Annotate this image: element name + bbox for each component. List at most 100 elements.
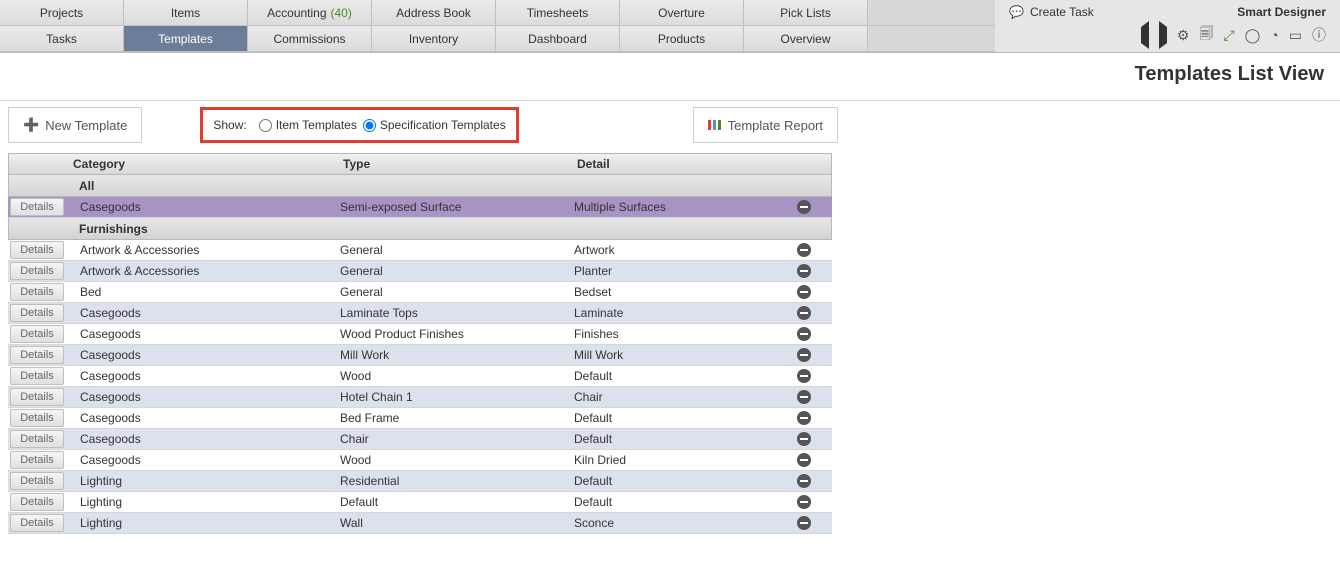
nav-products[interactable]: Products [620,26,744,51]
table-row[interactable]: DetailsCasegoodsChairDefault [8,429,832,450]
table-row[interactable]: DetailsCasegoodsLaminate TopsLaminate [8,303,832,324]
details-button[interactable]: Details [10,493,64,511]
table-row[interactable]: DetailsLightingResidentialDefault [8,471,832,492]
remove-icon[interactable] [797,348,811,362]
remove-icon[interactable] [797,474,811,488]
col-category[interactable]: Category [67,157,337,171]
cell-type: General [336,264,570,278]
remove-icon[interactable] [797,453,811,467]
group-header[interactable]: Furnishings [8,218,832,240]
nav-label: Pick Lists [780,6,831,20]
remove-icon[interactable] [797,495,811,509]
nav-address-book[interactable]: Address Book [372,0,496,25]
nav-label: Address Book [396,6,471,20]
details-button[interactable]: Details [10,367,64,385]
table-row[interactable]: DetailsCasegoodsWoodKiln Dried [8,450,832,471]
cell-category: Casegoods [66,369,336,383]
cell-type: Wall [336,516,570,530]
cell-category: Casegoods [66,348,336,362]
template-report-button[interactable]: Template Report [693,107,838,143]
nav-projects[interactable]: Projects [0,0,124,25]
gear-icon[interactable]: ⚙ [1177,27,1190,44]
remove-icon[interactable] [797,432,811,446]
table-row[interactable]: DetailsCasegoodsMill WorkMill Work [8,345,832,366]
radio-spec-templates[interactable] [363,119,376,132]
remove-icon[interactable] [797,390,811,404]
nav-overture[interactable]: Overture [620,0,744,25]
new-template-button[interactable]: ➕ New Template [8,107,142,143]
details-button[interactable]: Details [10,283,64,301]
clock-icon[interactable]: ◔ [1270,27,1278,43]
remove-icon[interactable] [797,411,811,425]
col-type[interactable]: Type [337,157,571,171]
info-icon[interactable]: ⓘ [1312,25,1326,45]
cell-actions [786,306,822,320]
radio-item-templates[interactable] [259,119,272,132]
cell-category: Casegoods [66,411,336,425]
table-row[interactable]: DetailsLightingWallSconce [8,513,832,534]
details-button[interactable]: Details [10,388,64,406]
cell-actions [786,495,822,509]
nav-accounting[interactable]: Accounting (40) [248,0,372,25]
copy-icon[interactable]: 🗐 [1199,23,1213,47]
nav-items[interactable]: Items [124,0,248,25]
nav-timesheets[interactable]: Timesheets [496,0,620,25]
details-button[interactable]: Details [10,304,64,322]
remove-icon[interactable] [797,264,811,278]
create-task-button[interactable]: 💬 Create Task [1009,5,1094,19]
details-button[interactable]: Details [10,514,64,532]
cell-actions [786,369,822,383]
details-button[interactable]: Details [10,241,64,259]
table-row[interactable]: DetailsCasegoodsHotel Chain 1Chair [8,387,832,408]
cell-detail: Mill Work [570,348,786,362]
remove-icon[interactable] [797,369,811,383]
table-row[interactable]: DetailsCasegoodsSemi-exposed SurfaceMult… [8,197,832,218]
window-icon[interactable]: ▭ [1289,27,1302,44]
nav-templates[interactable]: Templates [124,26,248,51]
details-button[interactable]: Details [10,451,64,469]
nav-commissions[interactable]: Commissions [248,26,372,51]
nav-label: Inventory [409,32,458,46]
details-button[interactable]: Details [10,472,64,490]
remove-icon[interactable] [797,243,811,257]
radio-item-label: Item Templates [276,118,357,132]
accounting-badge: (40) [331,6,352,20]
table-row[interactable]: DetailsArtwork & AccessoriesGeneralArtwo… [8,240,832,261]
table-row[interactable]: DetailsCasegoodsWood Product FinishesFin… [8,324,832,345]
details-button[interactable]: Details [10,430,64,448]
remove-icon[interactable] [797,327,811,341]
remove-icon[interactable] [797,285,811,299]
details-button[interactable]: Details [10,346,64,364]
cell-detail: Bedset [570,285,786,299]
nav-prev-icon[interactable] [1141,27,1149,43]
table-row[interactable]: DetailsArtwork & AccessoriesGeneralPlant… [8,261,832,282]
col-detail[interactable]: Detail [571,157,787,171]
user-icon[interactable]: ◯ [1245,27,1261,44]
cell-actions [786,453,822,467]
remove-icon[interactable] [797,200,811,214]
nav-inventory[interactable]: Inventory [372,26,496,51]
nav-overview[interactable]: Overview [744,26,868,51]
table-row[interactable]: DetailsLightingDefaultDefault [8,492,832,513]
details-button[interactable]: Details [10,262,64,280]
chat-icon: 💬 [1009,5,1024,19]
table-header: Category Type Detail [8,153,832,175]
nav-tasks[interactable]: Tasks [0,26,124,51]
group-header[interactable]: All [8,175,832,197]
remove-icon[interactable] [797,306,811,320]
details-button[interactable]: Details [10,198,64,216]
cell-detail: Multiple Surfaces [570,200,786,214]
remove-icon[interactable] [797,516,811,530]
details-button[interactable]: Details [10,409,64,427]
cell-actions [786,200,822,214]
table-row[interactable]: DetailsBedGeneralBedset [8,282,832,303]
cell-category: Casegoods [66,453,336,467]
expand-icon[interactable]: ⤢ [1223,27,1234,44]
table-row[interactable]: DetailsCasegoodsWoodDefault [8,366,832,387]
table-row[interactable]: DetailsCasegoodsBed FrameDefault [8,408,832,429]
cell-type: Default [336,495,570,509]
nav-next-icon[interactable] [1159,27,1167,43]
nav-pick-lists[interactable]: Pick Lists [744,0,868,25]
nav-dashboard[interactable]: Dashboard [496,26,620,51]
details-button[interactable]: Details [10,325,64,343]
